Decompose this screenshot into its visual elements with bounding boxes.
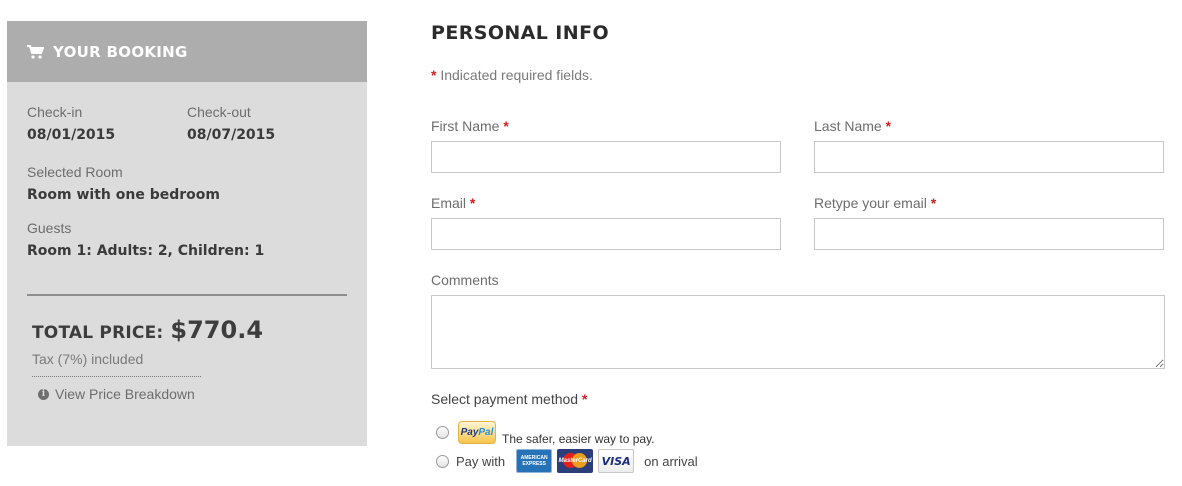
mastercard-text: MasterCard (558, 458, 592, 464)
shopping-cart-icon (27, 44, 44, 59)
personal-info-form: PERSONAL INFO * Indicated required field… (431, 0, 1171, 486)
comments-field: Comments (431, 272, 1165, 370)
booking-dates: Check-in 08/01/2015 Check-out 08/07/2015 (27, 104, 347, 150)
last-name-label-text: Last Name (814, 118, 882, 134)
guests-block: Guests Room 1: Adults: 2, Children: 1 (27, 220, 264, 259)
retype-email-label: Retype your email * (814, 195, 1164, 211)
paypal-radio[interactable] (436, 425, 449, 439)
required-star: * (469, 195, 476, 211)
total-price-label: TOTAL PRICE: (32, 323, 164, 343)
info-icon: i (38, 388, 49, 400)
summary-divider (27, 294, 347, 296)
dotted-divider (32, 376, 201, 377)
checkin-value: 08/01/2015 (27, 127, 116, 143)
first-name-input[interactable] (431, 141, 781, 173)
email-field: Email * (431, 195, 781, 251)
required-star: * (431, 67, 437, 83)
booking-summary-header: YOUR BOOKING (7, 21, 367, 82)
payment-method-label: Select payment method * (431, 391, 587, 407)
email-label-text: Email (431, 195, 467, 211)
selected-room-label: Selected Room (27, 164, 123, 180)
pay-with-label: Pay with (456, 453, 506, 469)
email-input[interactable] (431, 218, 781, 250)
total-price-value: $770.4 (170, 316, 264, 344)
comments-textarea[interactable] (431, 295, 1165, 369)
selected-room-value: Room with one bedroom (27, 187, 220, 203)
checkin-label: Check-in (27, 104, 83, 120)
booking-summary-title: YOUR BOOKING (53, 42, 188, 61)
total-price: TOTAL PRICE: $770.4 (32, 316, 263, 344)
paypal-logo: Pay Pal (458, 420, 496, 444)
retype-email-field: Retype your email * (814, 195, 1164, 251)
paypal-logo-pay: Pay (460, 426, 479, 438)
first-name-label: First Name * (431, 118, 781, 134)
comments-label: Comments (431, 272, 499, 288)
email-label: Email * (431, 195, 781, 211)
first-name-label-text: First Name (431, 118, 500, 134)
on-arrival-label: on arrival (644, 453, 698, 469)
guests-label: Guests (27, 220, 72, 236)
last-name-field: Last Name * (814, 118, 1164, 174)
amex-card-icon: AMERICAN EXPRESS (516, 449, 553, 473)
first-name-field: First Name * (431, 118, 781, 174)
required-star: * (503, 118, 509, 134)
checkout-value: 08/07/2015 (187, 127, 276, 143)
visa-card-icon: VISA (598, 449, 635, 473)
required-note-text: Indicated required fields. (440, 67, 593, 83)
retype-email-input[interactable] (814, 218, 1164, 250)
selected-room-block: Selected Room Room with one bedroom (27, 164, 220, 203)
required-star: * (930, 195, 937, 211)
booking-summary-panel: YOUR BOOKING Check-in 08/01/2015 Check-o… (7, 21, 367, 446)
checkout-label: Check-out (187, 104, 251, 120)
required-fields-note: * Indicated required fields. (431, 67, 593, 83)
last-name-label: Last Name * (814, 118, 1164, 134)
pay-on-arrival-option: Pay with AMERICAN EXPRESS MasterCard VIS… (436, 449, 698, 473)
amex-line2: EXPRESS (522, 461, 546, 467)
checkout-block: Check-out 08/07/2015 (187, 104, 275, 143)
view-price-breakdown-link[interactable]: i View Price Breakdown (38, 386, 195, 402)
paypal-logo-pal: Pal (478, 426, 494, 438)
page-title: PERSONAL INFO (431, 22, 609, 44)
paypal-tagline: The safer, easier way to pay. (502, 432, 655, 446)
payment-method-label-text: Select payment method (431, 391, 579, 407)
view-price-breakdown-label: View Price Breakdown (55, 386, 195, 402)
pay-on-arrival-radio[interactable] (436, 454, 449, 468)
last-name-input[interactable] (814, 141, 1164, 173)
checkin-block: Check-in 08/01/2015 (27, 104, 115, 143)
guests-value: Room 1: Adults: 2, Children: 1 (27, 243, 265, 259)
mastercard-card-icon: MasterCard (557, 449, 594, 473)
tax-note: Tax (7%) included (32, 351, 144, 367)
required-star: * (581, 391, 588, 407)
paypal-option: Pay Pal The safer, easier way to pay. (436, 418, 655, 446)
retype-email-label-text: Retype your email (814, 195, 927, 211)
required-star: * (885, 118, 892, 134)
